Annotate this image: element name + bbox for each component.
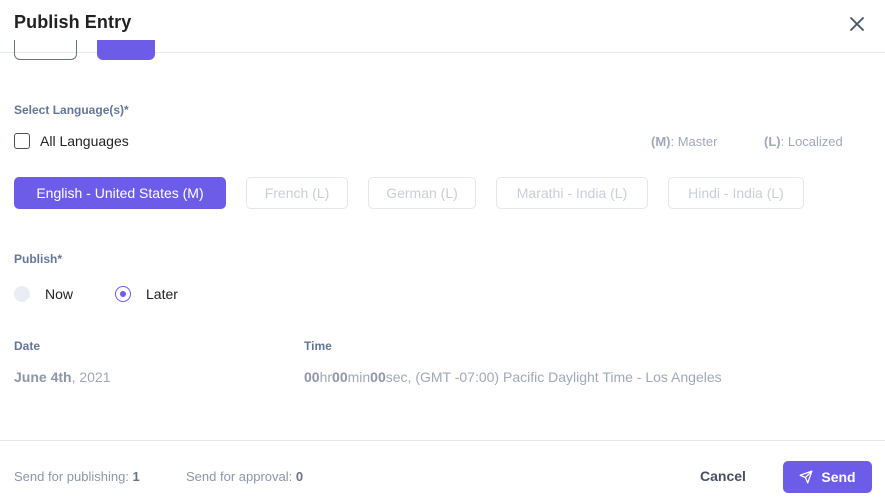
time-seconds: 00: [370, 369, 386, 385]
publish-later-radio[interactable]: [115, 286, 131, 302]
publishing-count-value: 1: [132, 469, 140, 484]
send-icon: [799, 470, 813, 484]
close-icon[interactable]: [845, 12, 869, 36]
publish-now-label: Now: [45, 286, 74, 302]
send-button[interactable]: Send: [783, 461, 872, 493]
date-label: Date: [14, 339, 41, 353]
all-languages-label: All Languages: [40, 133, 129, 149]
legend-localized-text: : Localized: [780, 134, 843, 149]
send-label: Send: [821, 469, 856, 485]
publish-now-radio[interactable]: [14, 286, 30, 302]
legend-localized-key: (L): [764, 134, 781, 149]
language-option-french[interactable]: French (L): [246, 177, 348, 209]
approval-count-text: Send for approval: 0: [186, 469, 303, 484]
publish-later-label: Later: [146, 286, 178, 302]
publish-label: Publish*: [14, 252, 63, 266]
language-option-hindi[interactable]: Hindi - India (L): [668, 177, 804, 209]
legend-localized: (L): Localized: [764, 134, 843, 149]
language-option-english-us[interactable]: English - United States (M): [14, 177, 226, 209]
time-minutes-unit: min: [347, 369, 371, 385]
time-seconds-unit: sec: [385, 369, 408, 385]
time-value[interactable]: 00hr00min00sec, (GMT -07:00) Pacific Day…: [304, 369, 722, 385]
language-option-german[interactable]: German (L): [368, 177, 476, 209]
time-minutes: 00: [332, 369, 348, 385]
cancel-button[interactable]: Cancel: [700, 468, 746, 484]
date-value[interactable]: June 4th, 2021: [14, 369, 111, 385]
publishing-count-label: Send for publishing:: [14, 469, 133, 484]
all-languages-checkbox[interactable]: [14, 133, 30, 149]
publishing-count-text: Send for publishing: 1: [14, 469, 140, 484]
legend-master: (M): Master: [651, 134, 717, 149]
time-hours-unit: hr: [319, 369, 333, 385]
approval-count-value: 0: [295, 469, 304, 484]
date-value-day: June 4th: [14, 369, 72, 385]
language-option-marathi[interactable]: Marathi - India (L): [496, 177, 648, 209]
hidden-button-secondary[interactable]: [14, 40, 77, 60]
languages-label: Select Language(s)*: [14, 103, 129, 117]
timezone-text: , (GMT -07:00) Pacific Daylight Time - L…: [407, 369, 722, 385]
legend-master-text: : Master: [670, 134, 718, 149]
date-value-year: , 2021: [71, 369, 111, 385]
modal-title: Publish Entry: [14, 12, 132, 32]
legend-master-key: (M): [651, 134, 671, 149]
time-label: Time: [304, 339, 332, 353]
time-hours: 00: [304, 369, 320, 385]
hidden-button-primary[interactable]: [97, 40, 155, 60]
approval-count-label: Send for approval:: [186, 469, 296, 484]
